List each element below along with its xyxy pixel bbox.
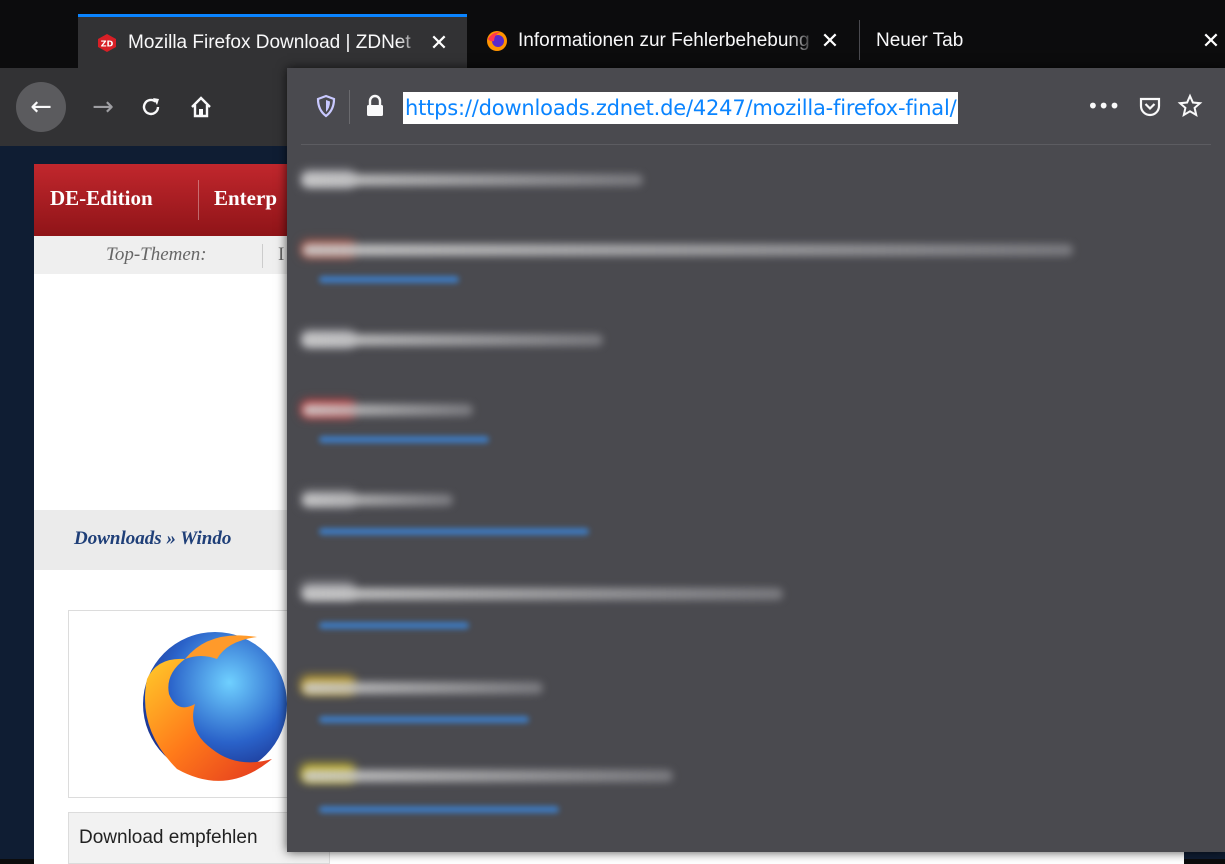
blurred-suggestion-url: [319, 716, 529, 723]
product-image-box: [68, 610, 320, 798]
blurred-suggestion-title: [303, 682, 543, 694]
identity-separator: [349, 90, 350, 124]
tab-title: Mozilla Firefox Download | ZDNet: [128, 31, 425, 54]
reload-icon: [142, 98, 160, 116]
suggestion-row[interactable]: [287, 474, 1225, 564]
topics-divider: [262, 244, 263, 268]
back-arrow-icon: ←: [30, 92, 52, 122]
blurred-suggestion-url: [319, 276, 459, 283]
blurred-suggestion-url: [319, 806, 559, 813]
nav-item-de-edition[interactable]: DE-Edition: [50, 186, 153, 211]
urlbar-dropdown: https://downloads.zdnet.de/4247/mozilla-…: [287, 68, 1225, 852]
recommend-download-text[interactable]: Download empfehlen: [79, 827, 258, 849]
forward-arrow-icon: →: [92, 92, 114, 122]
nav-item-enterprise[interactable]: Enterp: [214, 186, 277, 211]
blurred-suggestion-title: [303, 494, 453, 506]
tab-troubleshooting[interactable]: Informationen zur Fehlerbehebung ✕: [468, 14, 858, 68]
tab-zdnet[interactable]: ZD Mozilla Firefox Download | ZDNet ✕: [78, 14, 467, 68]
blurred-suggestion-url: [319, 436, 489, 443]
tab-strip: ZD Mozilla Firefox Download | ZDNet ✕ In…: [0, 0, 1225, 68]
svg-text:ZD: ZD: [101, 39, 114, 48]
topic-link[interactable]: I: [278, 244, 284, 266]
blurred-suggestion-title: [303, 588, 783, 600]
breadcrumb-text[interactable]: Downloads » Windo: [74, 528, 231, 550]
page-actions-icon[interactable]: •••: [1087, 94, 1120, 118]
blurred-suggestion-title: [303, 404, 473, 416]
blurred-suggestion-url: [319, 528, 589, 535]
top-topics-label: Top-Themen:: [106, 244, 207, 265]
back-button[interactable]: ←: [16, 82, 66, 132]
home-button[interactable]: [180, 86, 222, 128]
urlbar[interactable]: https://downloads.zdnet.de/4247/mozilla-…: [287, 68, 1225, 144]
blurred-suggestion-title: [303, 770, 673, 782]
bookmark-star-icon[interactable]: [1177, 93, 1203, 119]
tracking-protection-shield-icon[interactable]: [315, 94, 337, 118]
tab-close-icon[interactable]: ✕: [1197, 28, 1225, 54]
urlbar-divider: [301, 144, 1211, 145]
reload-button[interactable]: [130, 86, 172, 128]
home-icon: [191, 96, 211, 118]
firefox-logo: [143, 632, 287, 781]
blurred-suggestion-title: [303, 244, 1073, 256]
tab-close-icon[interactable]: ✕: [816, 28, 844, 54]
tab-title: Informationen zur Fehlerbehebung: [518, 30, 816, 52]
nav-divider: [198, 180, 199, 220]
lock-icon[interactable]: [365, 94, 385, 118]
blurred-suggestion-url: [319, 622, 469, 629]
blurred-suggestion-title: [303, 174, 643, 186]
forward-button[interactable]: →: [82, 86, 124, 128]
zdnet-favicon-icon: ZD: [98, 33, 116, 52]
suggestion-row[interactable]: [287, 222, 1225, 312]
suggestion-row[interactable]: [287, 660, 1225, 750]
suggestion-list: [287, 152, 1225, 842]
blurred-suggestion-title: [303, 334, 603, 346]
suggestion-row[interactable]: [287, 384, 1225, 474]
url-input[interactable]: https://downloads.zdnet.de/4247/mozilla-…: [403, 92, 959, 124]
suggestion-row[interactable]: [287, 750, 1225, 840]
tab-close-icon[interactable]: ✕: [425, 30, 453, 56]
firefox-favicon-icon: [487, 31, 507, 51]
pocket-icon[interactable]: [1137, 94, 1163, 120]
tab-title: Neuer Tab: [860, 30, 1197, 52]
tab-new-tab[interactable]: Neuer Tab ✕: [860, 14, 1225, 68]
suggestion-row[interactable]: [287, 566, 1225, 656]
